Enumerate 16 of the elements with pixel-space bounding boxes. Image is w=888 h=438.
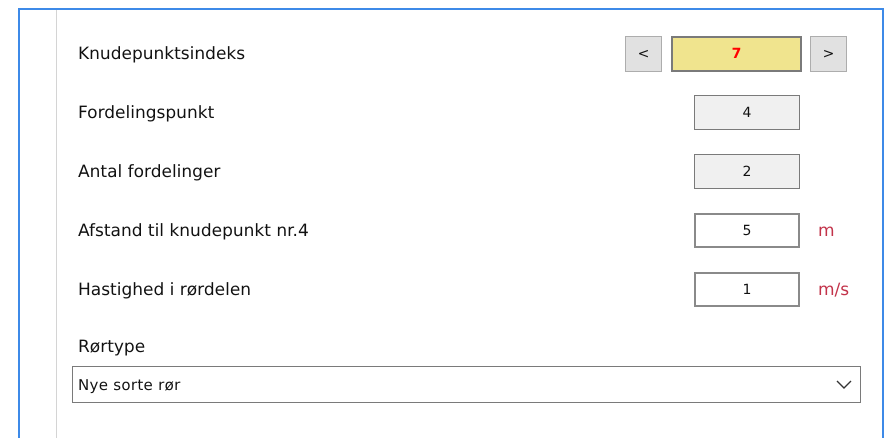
field-label: Hastighed i rørdelen bbox=[78, 280, 252, 300]
unit-label: m/s bbox=[817, 280, 847, 300]
pipe-type-dropdown[interactable]: Nye sorte rør bbox=[72, 366, 861, 403]
readonly-field: 4 bbox=[694, 95, 800, 130]
field-label: Afstand til knudepunkt nr.4 bbox=[78, 220, 310, 240]
previous-button[interactable]: < bbox=[625, 36, 662, 72]
dropdown-label: Rørtype bbox=[78, 337, 146, 357]
unit-label: m bbox=[817, 220, 836, 240]
chevron-down-icon bbox=[836, 380, 852, 390]
field-label: Antal fordelinger bbox=[78, 162, 222, 182]
field-label: Knudepunktsindeks bbox=[78, 44, 246, 64]
readonly-field: 2 bbox=[694, 154, 800, 189]
next-button[interactable]: > bbox=[810, 36, 847, 72]
field-label: Fordelingspunkt bbox=[78, 102, 216, 122]
input-field[interactable]: 1 bbox=[694, 272, 800, 307]
input-field[interactable]: 5 bbox=[694, 213, 800, 248]
